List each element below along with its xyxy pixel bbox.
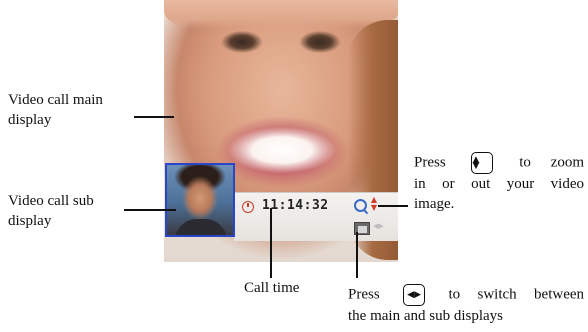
zoom-to-text: to	[519, 154, 531, 171]
switch-instruction: Press ◀ ▶ to switch between the main and …	[348, 284, 584, 326]
main-video-hand	[164, 0, 398, 28]
zoom-instruction-line3: image.	[414, 196, 455, 212]
switch-instruction-line1: Press ◀ ▶ to switch between	[348, 284, 584, 306]
sub-display-leader-line	[124, 209, 176, 211]
up-down-key-icon: ▲ ▼	[471, 152, 494, 174]
zoom-press-text: Press	[414, 154, 446, 171]
video-call-screen: 11:14:32 ▲ ▼ ◀▶	[164, 0, 398, 262]
switch-press-text: Press	[348, 286, 380, 303]
zoom-leader-line	[378, 205, 408, 207]
zoom-icon	[354, 199, 367, 212]
switch-arrows-icon: ◀▶	[373, 222, 384, 230]
sub-display-label-line2: display	[8, 213, 52, 229]
call-time-leader-line	[270, 208, 272, 278]
zoom-instruction: Press ▲ ▼ to zoom in or out your video im…	[414, 152, 584, 214]
zoom-arrows-icon: ▲ ▼	[370, 195, 378, 212]
zoom-instruction-line1: Press ▲ ▼ to zoom	[414, 152, 584, 174]
zoom-instruction-line2: in or out your video	[414, 176, 584, 192]
switch-leader-line	[356, 232, 358, 278]
left-right-key-icon: ◀ ▶	[403, 284, 426, 306]
switch-text: to switch between	[448, 286, 585, 303]
main-display-label-line2: display	[8, 112, 52, 128]
call-time: 11:14:32	[262, 198, 329, 213]
main-display-leader-line	[134, 116, 174, 118]
video-call-sub-display[interactable]	[165, 163, 235, 237]
sub-video-shirt	[175, 219, 227, 235]
timer-icon	[242, 201, 254, 213]
main-display-label-line1: Video call main	[8, 92, 103, 108]
zoom-zoom-text: zoom	[550, 154, 585, 171]
sub-display-label: Video call sub display	[8, 191, 94, 231]
call-time-label: Call time	[244, 280, 300, 296]
switch-instruction-line2: the main and sub displays	[348, 308, 503, 324]
main-display-label: Video call main display	[8, 90, 103, 130]
sub-display-label-line1: Video call sub	[8, 193, 94, 209]
